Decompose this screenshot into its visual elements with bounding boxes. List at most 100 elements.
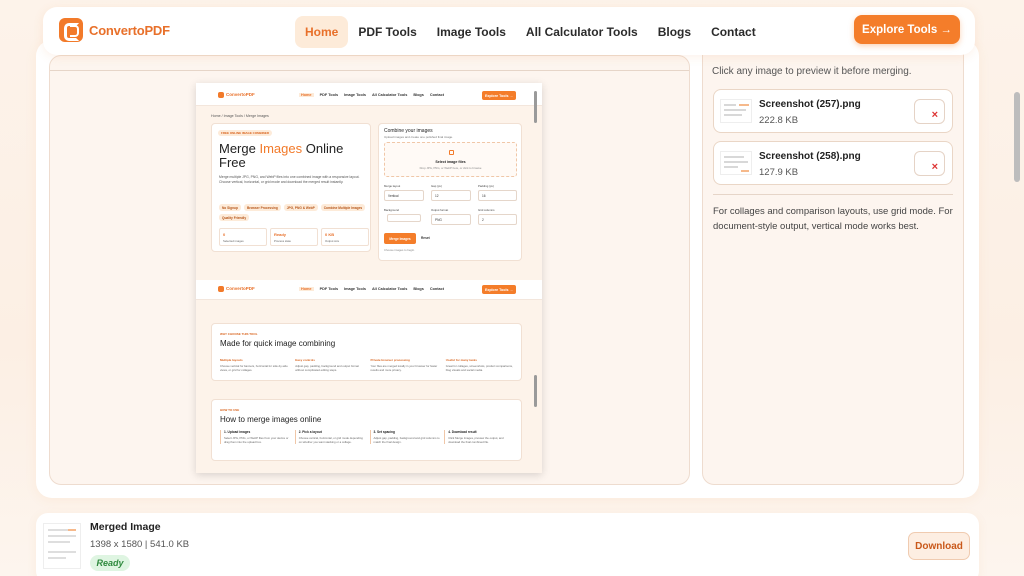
preview-stat: Ready Process state [270,228,318,246]
file-list-hint: Click any image to preview it before mer… [712,66,912,77]
preview-explore-button: Explore Tools → [482,91,516,100]
preview-tag: FREE ONLINE IMAGE COMBINER [218,130,273,136]
file-name: Screenshot (257).png [759,99,861,110]
preview-heading: Merge Images Online Free [219,141,344,170]
file-size: 127.9 KB [759,167,799,178]
preview-feature-cols: Multiple layouts Choose vertical for bann… [220,358,515,372]
layout-tip: For collages and comparison layouts, use… [713,206,953,232]
preview-nav-2: ConvertoPDF Home PDF Tools Image Tools A… [196,280,542,300]
logo-icon [59,18,83,42]
preview-drop-sub: Drop JPG, PNG, or WebP here, or click to… [419,166,482,170]
main-menu: Home PDF Tools Image Tools All Calculato… [295,16,766,48]
preview-logo-icon [218,92,224,98]
preview-brand: ConvertoPDF [226,92,255,97]
file-thumbnail [720,151,752,175]
preview-menu-item: All Calculator Tools [371,93,408,97]
preview-nav-1: ConvertoPDF Home PDF Tools Image Tools A… [196,86,542,106]
preview-menu-item: Contact [429,287,445,291]
preview-kicker: WHY CHOOSE THIS TOOL [220,332,258,336]
preview-field-label: Output format [431,208,449,212]
close-icon: × [931,161,938,173]
preview-combine-panel: Combine your images Upload images and cr… [378,123,522,261]
preview-menu-item: Contact [429,93,445,97]
preview-how-card: HOW TO USE How to merge images online 1.… [211,399,522,461]
preview-step: 3. Set spacing Adjust gap, padding, backg… [369,430,441,444]
preview-scrollbar [534,375,537,407]
brand-name: ConvertoPDF [89,22,170,38]
preview-panel-title: Combine your images [384,128,433,134]
preview-section-title: Made for quick image combining [220,339,336,348]
file-item[interactable]: Screenshot (257).png 222.8 KB × [713,89,953,133]
merged-image-preview[interactable]: ConvertoPDF Home PDF Tools Image Tools A… [196,83,542,473]
result-thumbnail [43,523,81,569]
nav-home[interactable]: Home [295,16,349,48]
download-button[interactable]: Download [908,532,970,560]
preview-feature: Multiple layouts Choose vertical for bann… [220,358,288,372]
preview-dropzone: Select image files Drop JPG, PNG, or Web… [384,142,517,177]
brand-logo[interactable]: ConvertoPDF [59,18,170,42]
remove-file-button[interactable]: × [914,99,945,124]
explore-tools-button[interactable]: Explore Tools → [854,15,960,44]
preview-reset-button: Reset [421,236,430,240]
preview-menu-item: Image Tools [344,287,366,291]
preview-stat: 0 Selected images [219,228,267,246]
nav-image-tools[interactable]: Image Tools [427,16,516,48]
preview-chip: Combine Multiple Images [320,204,366,211]
preview-field-label: Padding (px) [478,184,494,188]
preview-step: 1. Upload images Select JPG, PNG, or WebP… [220,430,291,444]
preview-feature: Easy controls Adjust gap, padding, backgr… [295,358,359,372]
preview-menu-item: Blogs [413,93,424,97]
preview-breadcrumb: Home / Image Tools / Merge Images [211,114,269,118]
preview-divider [50,70,689,71]
preview-drop-title: Select image files [435,160,466,164]
preview-feature: Useful for many tasks Great for collages,… [445,358,513,372]
preview-steps: 1. Upload images Select JPG, PNG, or WebP… [220,430,515,444]
preview-menu: Home PDF Tools Image Tools All Calculato… [299,287,444,291]
nav-pdf-tools[interactable]: PDF Tools [348,16,426,48]
upload-icon [449,150,454,155]
preview-field: PNG [431,214,471,225]
preview-field: 12 [431,190,471,201]
sidebar-divider [713,194,953,195]
file-size: 222.8 KB [759,115,799,126]
preview-chip: Quality Friendly [219,214,250,221]
preview-field: 16 [478,190,517,201]
status-badge: Ready [90,555,130,571]
preview-brand: ConvertoPDF [226,286,255,291]
remove-file-button[interactable]: × [914,151,945,176]
preview-chip: Browser Processing [243,204,281,211]
nav-blogs[interactable]: Blogs [648,16,701,48]
preview-field-label: Background [384,208,399,212]
preview-menu-item: Image Tools [344,93,366,97]
close-icon: × [931,109,938,121]
preview-step: 4. Download result Click Merge Images, pr… [444,430,515,444]
preview-scrollbar [534,91,537,123]
preview-chips: No Signup Browser Processing JPG, PNG & … [219,204,369,221]
preview-field-label: Merge layout [384,184,401,188]
preview-feature: Private browser processing Your files are… [370,358,438,372]
file-item[interactable]: Screenshot (258).png 127.9 KB × [713,141,953,185]
preview-logo-icon [218,286,224,292]
preview-field-label: Grid columns [478,208,495,212]
nav-calculator-tools[interactable]: All Calculator Tools [516,16,648,48]
preview-stats: 0 Selected images Ready Process state 0 KB… [219,228,369,246]
preview-menu: Home PDF Tools Image Tools All Calculato… [299,93,444,97]
preview-chip: No Signup [219,204,241,211]
preview-explore-button: Explore Tools → [482,285,516,294]
preview-field-label: Gap (px) [431,184,442,188]
file-thumbnail [720,99,752,123]
preview-section-title: How to merge images online [220,415,322,424]
preview-menu-item: PDF Tools [319,93,339,97]
preview-menu-item: All Calculator Tools [371,287,408,291]
preview-menu-item: PDF Tools [319,287,339,291]
preview-chip: JPG, PNG & WebP [283,204,318,211]
top-navbar: ConvertoPDF Home PDF Tools Image Tools A… [43,7,975,55]
preview-menu-item: Home [299,287,314,291]
preview-menu-item: Home [299,93,314,97]
preview-why-card: WHY CHOOSE THIS TOOL Made for quick imag… [211,323,522,381]
preview-step: 2. Pick a layout Choose vertical, horizon… [294,430,366,444]
preview-menu-item: Blogs [413,287,424,291]
page-scrollbar[interactable] [1014,92,1020,182]
preview-stat: 0 KB Output size [321,228,369,246]
nav-contact[interactable]: Contact [701,16,766,48]
